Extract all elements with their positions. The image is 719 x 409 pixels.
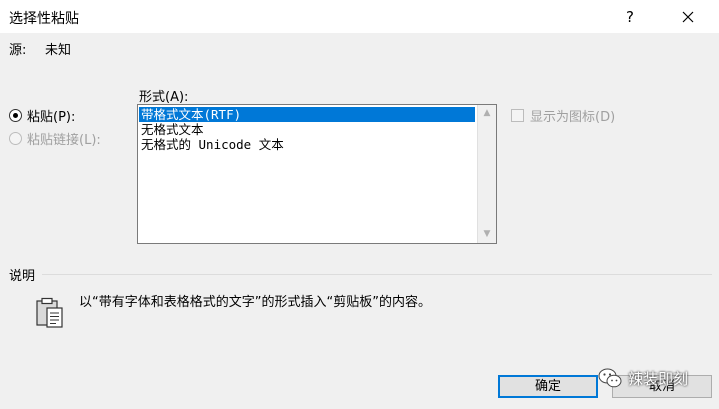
source-value: 未知 xyxy=(45,43,72,58)
format-item-unicode-text[interactable]: 无格式的 Unicode 文本 xyxy=(139,137,475,152)
watermark: 辣装即刻 xyxy=(598,367,688,389)
paste-radio-label: 粘贴(P): xyxy=(27,109,76,125)
paste-link-radio-label: 粘贴链接(L): xyxy=(27,132,101,148)
paste-link-radio-option: 粘贴链接(L): xyxy=(9,129,101,148)
wechat-icon xyxy=(598,368,622,388)
paste-link-radio xyxy=(9,131,22,145)
format-list: 带格式文本(RTF) 无格式文本 无格式的 Unicode 文本 xyxy=(139,107,475,152)
ok-button[interactable]: 确定 xyxy=(498,375,598,398)
display-as-icon-label: 显示为图标(D) xyxy=(530,110,616,125)
scroll-up-icon[interactable]: ▲ xyxy=(478,105,496,122)
description-heading: 说明 xyxy=(9,269,36,284)
paste-radio[interactable] xyxy=(9,108,22,122)
format-listbox[interactable]: 带格式文本(RTF) 无格式文本 无格式的 Unicode 文本 ▲ ▼ xyxy=(137,104,497,244)
close-icon xyxy=(682,11,694,23)
display-as-icon-option: 显示为图标(D) xyxy=(511,106,615,125)
watermark-text: 辣装即刻 xyxy=(628,369,689,388)
format-label: 形式(A): xyxy=(139,90,189,105)
help-button[interactable]: ? xyxy=(612,4,648,30)
dialog-title: 选择性粘贴 xyxy=(9,11,79,27)
close-button[interactable] xyxy=(670,4,706,30)
clipboard-icon xyxy=(36,297,63,328)
scroll-down-icon[interactable]: ▼ xyxy=(478,226,496,243)
format-list-scrollbar[interactable]: ▲ ▼ xyxy=(477,105,496,243)
display-as-icon-checkbox xyxy=(511,109,524,122)
format-item-rtf[interactable]: 带格式文本(RTF) xyxy=(139,107,475,122)
format-item-plain-text[interactable]: 无格式文本 xyxy=(139,122,475,137)
description-text: 以“带有字体和表格格式的文字”的形式插入“剪贴板”的内容。 xyxy=(79,295,431,310)
description-divider xyxy=(42,274,712,275)
title-bar: 选择性粘贴 ? xyxy=(0,0,719,33)
paste-radio-option[interactable]: 粘贴(P): xyxy=(9,106,76,125)
source-label: 源: xyxy=(9,43,27,58)
